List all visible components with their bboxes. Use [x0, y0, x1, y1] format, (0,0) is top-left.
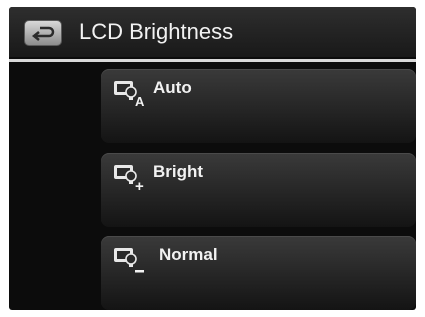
camera-screen: LCD Brightness A Auto + Bright Normal — [9, 7, 416, 310]
menu-item-bright[interactable]: + Bright — [101, 153, 416, 227]
page-title: LCD Brightness — [79, 19, 234, 44]
back-button[interactable] — [24, 20, 62, 46]
brightness-auto-icon: A — [114, 81, 145, 109]
header-divider — [9, 59, 416, 62]
menu-item-label: Bright — [153, 162, 204, 181]
svg-text:+: + — [135, 178, 144, 193]
svg-text:A: A — [135, 94, 145, 109]
brightness-normal-icon — [114, 248, 144, 273]
back-arrow-icon — [31, 26, 55, 41]
menu-item-normal[interactable]: Normal — [101, 236, 416, 310]
header-bar: LCD Brightness — [9, 7, 416, 57]
menu-item-label: Auto — [153, 78, 192, 97]
menu-item-auto[interactable]: A Auto — [101, 69, 416, 143]
brightness-bright-icon: + — [114, 165, 144, 193]
menu-item-label: Normal — [159, 245, 218, 264]
